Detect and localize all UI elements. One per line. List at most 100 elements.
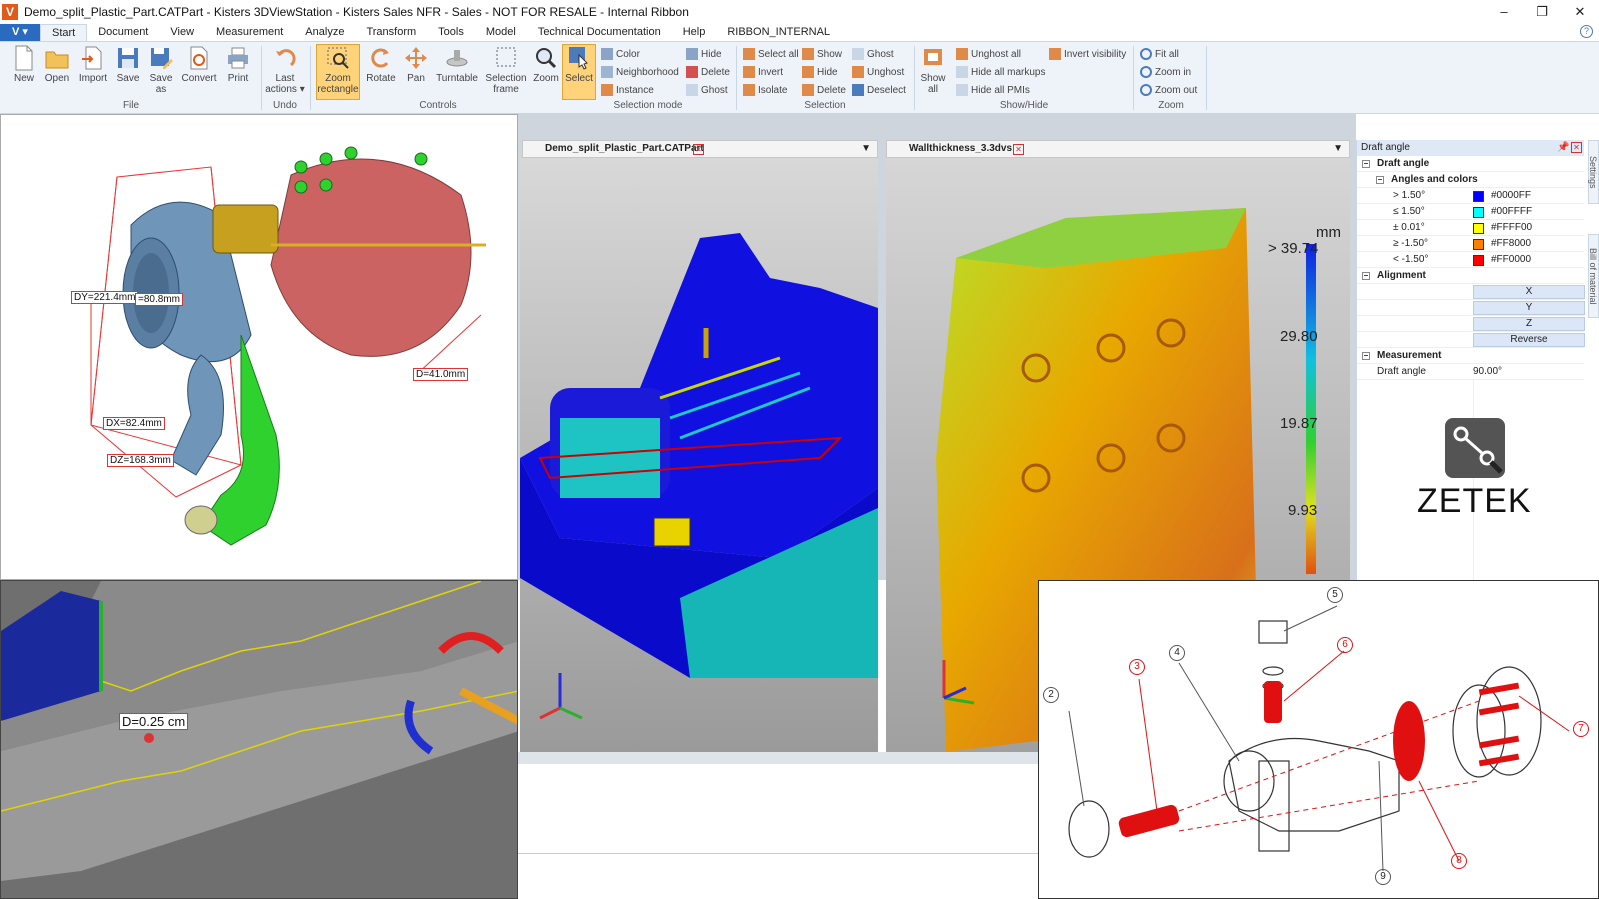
save-button[interactable]: Save: [114, 45, 142, 84]
angle-row[interactable]: ± 0.01° #FFFF00: [1357, 220, 1584, 236]
tab-transform[interactable]: Transform: [355, 24, 427, 41]
maximize-button[interactable]: ❐: [1523, 0, 1561, 24]
invert-visibility-button[interactable]: Invert visibility: [1049, 46, 1126, 62]
dimension-dx[interactable]: DX=82.4mm: [103, 417, 165, 430]
color-swatch[interactable]: [1473, 191, 1484, 202]
angle-row[interactable]: ≥ -1.50° #FF8000: [1357, 236, 1584, 252]
section-alignment[interactable]: – Alignment: [1357, 268, 1584, 284]
close-tab-icon[interactable]: ✕: [1013, 144, 1024, 155]
select-button[interactable]: Select: [562, 45, 596, 84]
overlay-cross-section[interactable]: D=0.25 cm: [0, 580, 518, 899]
deselect-button[interactable]: Deselect: [852, 82, 906, 98]
hide-button[interactable]: Hide: [686, 46, 722, 62]
viewport-splitter[interactable]: [518, 752, 1038, 764]
color-mode-button[interactable]: Color: [601, 46, 640, 62]
align-x-button[interactable]: X: [1473, 285, 1585, 299]
color-swatch[interactable]: [1473, 223, 1484, 234]
zoom-button[interactable]: Zoom: [532, 45, 560, 84]
instance-mode-button[interactable]: Instance: [601, 82, 654, 98]
tab-ribbon-internal[interactable]: RIBBON_INTERNAL: [716, 24, 841, 41]
align-y-button[interactable]: Y: [1473, 301, 1585, 315]
print-button[interactable]: Print: [224, 45, 252, 84]
dimension-d025[interactable]: D=0.25 cm: [119, 713, 189, 730]
tab-view[interactable]: View: [159, 24, 205, 41]
close-button[interactable]: ✕: [1561, 0, 1599, 24]
group-divider: [914, 46, 915, 110]
tab-document[interactable]: Document: [87, 24, 159, 41]
zoom-rectangle-button[interactable]: Zoom rectangle: [316, 45, 360, 95]
angle-row[interactable]: < -1.50° #FF0000: [1357, 252, 1584, 268]
delete-selection-button[interactable]: Delete: [802, 82, 846, 98]
tab-help[interactable]: Help: [672, 24, 717, 41]
section-draft-angle[interactable]: – Draft angle: [1357, 156, 1584, 172]
rotate-button[interactable]: Rotate: [364, 45, 398, 84]
angle-row[interactable]: > 1.50° #0000FF: [1357, 188, 1584, 204]
app-menu-button[interactable]: V ▾: [0, 24, 40, 41]
unghost-button[interactable]: Unghost: [852, 64, 904, 80]
dimension-d41[interactable]: D=41.0mm: [413, 368, 469, 381]
pan-button[interactable]: Pan: [402, 45, 430, 84]
viewport-plastic-part[interactable]: [520, 158, 878, 752]
zoom-out-button[interactable]: Zoom out: [1140, 82, 1197, 98]
isolate-button[interactable]: Isolate: [743, 82, 787, 98]
tab-dropdown-icon[interactable]: ▼: [861, 141, 871, 157]
show-all-button[interactable]: Show all: [918, 45, 948, 95]
bill-of-material-side-tab[interactable]: Bill of material: [1588, 234, 1599, 318]
tab-dropdown-icon[interactable]: ▼: [1333, 141, 1343, 157]
close-tab-icon[interactable]: ✕: [693, 144, 704, 155]
color-swatch[interactable]: [1473, 239, 1484, 250]
zoom-in-button[interactable]: Zoom in: [1140, 64, 1191, 80]
settings-side-tab[interactable]: Settings: [1588, 140, 1599, 204]
collapse-icon[interactable]: –: [1362, 272, 1370, 280]
ghost-selection-button[interactable]: Ghost: [852, 46, 894, 62]
tab-start[interactable]: Start: [40, 24, 88, 41]
hide-selection-button[interactable]: Hide: [802, 64, 838, 80]
align-z-button[interactable]: Z: [1473, 317, 1585, 331]
tab-technical-documentation[interactable]: Technical Documentation: [527, 24, 672, 41]
new-button[interactable]: New: [10, 45, 38, 84]
turntable-button[interactable]: Turntable: [434, 45, 480, 84]
open-button[interactable]: Open: [42, 45, 72, 84]
reverse-button[interactable]: Reverse: [1473, 333, 1585, 347]
hide-all-markups-button[interactable]: Hide all markups: [956, 64, 1045, 80]
dimension-dy[interactable]: DY=221.4mm: [71, 291, 139, 304]
tab-tools[interactable]: Tools: [427, 24, 475, 41]
help-icon[interactable]: ?: [1580, 25, 1593, 38]
hide-all-pmis-button[interactable]: Hide all PMIs: [956, 82, 1030, 98]
save-as-button[interactable]: Save as: [146, 45, 176, 95]
angle-row[interactable]: ≤ 1.50° #00FFFF: [1357, 204, 1584, 220]
collapse-icon[interactable]: –: [1362, 352, 1370, 360]
invert-button[interactable]: Invert: [743, 64, 783, 80]
unghost-all-button[interactable]: Unghost all: [956, 46, 1021, 62]
delete-button[interactable]: Delete: [686, 64, 730, 80]
collapse-icon[interactable]: –: [1362, 160, 1370, 168]
doc-tab-wallthickness[interactable]: Wallthickness_3.3dvs ✕ ▼: [886, 140, 1350, 158]
tab-measurement[interactable]: Measurement: [205, 24, 294, 41]
collapse-icon[interactable]: –: [1376, 176, 1384, 184]
import-button[interactable]: Import: [76, 45, 110, 84]
last-actions-button[interactable]: Last actions ▾: [264, 45, 306, 95]
pin-icon[interactable]: 📌: [1557, 140, 1569, 156]
neighborhood-mode-button[interactable]: Neighborhood: [601, 64, 679, 80]
close-panel-icon[interactable]: ✕: [1571, 142, 1582, 153]
unghost-all-icon: [956, 48, 968, 60]
ghost-button[interactable]: Ghost: [686, 82, 728, 98]
doc-tab-plastic-part[interactable]: Demo_split_Plastic_Part.CATPart ✕ ▼: [522, 140, 878, 158]
color-swatch[interactable]: [1473, 207, 1484, 218]
dimension-radius[interactable]: =80.8mm: [135, 293, 183, 306]
section-angles-colors[interactable]: – Angles and colors: [1357, 172, 1584, 188]
dimension-dz[interactable]: DZ=168.3mm: [107, 454, 174, 467]
section-measurement[interactable]: – Measurement: [1357, 348, 1584, 364]
color-swatch[interactable]: [1473, 255, 1484, 266]
select-all-button[interactable]: Select all: [743, 46, 799, 62]
overlay-exploded-drawing[interactable]: 2 3 4 5 6 7 8 9: [1038, 580, 1599, 899]
overlay-turbocharger[interactable]: DY=221.4mm =80.8mm D=41.0mm DX=82.4mm DZ…: [0, 114, 518, 580]
selection-frame-button[interactable]: Selection frame: [484, 45, 528, 95]
ribbon: New Open Import Save Save as Convert Pri…: [0, 42, 1599, 114]
tab-analyze[interactable]: Analyze: [294, 24, 355, 41]
convert-button[interactable]: Convert: [180, 45, 218, 84]
tab-model[interactable]: Model: [475, 24, 527, 41]
minimize-button[interactable]: –: [1485, 0, 1523, 24]
show-button[interactable]: Show: [802, 46, 842, 62]
fit-all-button[interactable]: Fit all: [1140, 46, 1179, 62]
